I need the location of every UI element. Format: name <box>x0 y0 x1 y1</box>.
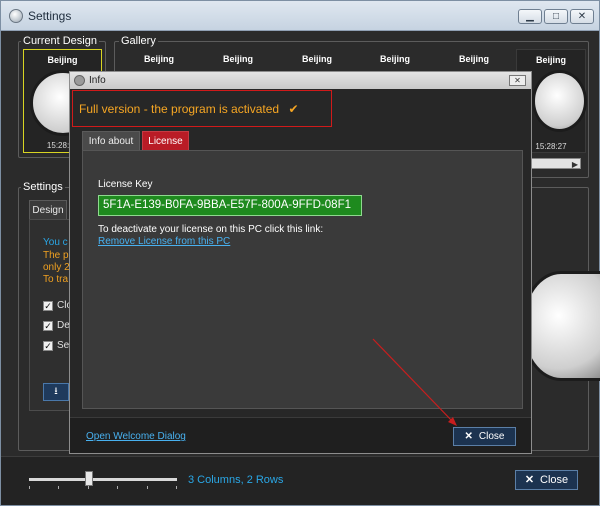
dialog-close-button[interactable]: ✕ Close <box>453 427 516 446</box>
close-window-button[interactable]: ✕ <box>570 9 594 24</box>
deactivate-text: To deactivate your license on this PC cl… <box>98 224 324 235</box>
info-icon <box>74 75 85 86</box>
clock-city: Beijing <box>143 54 174 64</box>
gallery-clock[interactable]: Beijing <box>281 49 353 73</box>
minimize-button[interactable]: ▁ <box>518 9 542 24</box>
clock-face-icon <box>532 70 587 132</box>
tab-info-about[interactable]: Info about <box>82 131 140 151</box>
gallery-scrollbar[interactable]: ▶ <box>531 158 581 169</box>
clock-city: Beijing <box>379 54 410 64</box>
download-icon: ⭳ <box>54 386 58 397</box>
activation-status: Full version - the program is activated … <box>79 102 299 116</box>
layout-slider-thumb[interactable] <box>85 471 93 486</box>
warning-text: To tra <box>43 274 69 285</box>
gallery-clock[interactable]: Beijing <box>202 49 274 73</box>
current-design-label: Current Design <box>21 35 99 47</box>
settings-label: Settings <box>21 181 65 193</box>
close-icon: ✕ <box>464 431 473 442</box>
gear-icon <box>9 9 23 23</box>
close-icon: ✕ <box>524 474 535 486</box>
slider-tick <box>29 486 30 489</box>
warning-text: The p <box>43 250 69 261</box>
dialog-close-icon[interactable]: ✕ <box>509 75 526 86</box>
tab-design[interactable]: Design <box>29 200 67 220</box>
info-text: You c <box>43 237 68 248</box>
settings-window: Settings ▁ □ ✕ Current Design Beijing 15… <box>0 0 600 506</box>
checkbox[interactable]: ✓ <box>43 341 53 351</box>
clock-city: Beijing <box>535 55 566 65</box>
window-title: Settings <box>28 9 72 23</box>
clock-city: Beijing <box>47 55 78 65</box>
license-key-field[interactable]: 5F1A-E139-B0FA-9BBA-E57F-800A-9FFD-08F1 <box>98 195 362 216</box>
dialog-titlebar[interactable]: Info ✕ <box>70 72 531 89</box>
activation-status-text: Full version - the program is activated <box>79 102 280 116</box>
open-welcome-link[interactable]: Open Welcome Dialog <box>86 431 186 442</box>
scroll-right-icon[interactable]: ▶ <box>572 160 578 169</box>
window-titlebar[interactable]: Settings ▁ □ ✕ <box>1 1 599 31</box>
checkbox-label: De <box>57 320 70 331</box>
gallery-clock[interactable]: Beijing <box>359 49 431 73</box>
gallery-label: Gallery <box>119 35 158 47</box>
license-key-label: License Key <box>98 179 153 190</box>
download-button[interactable]: ⭳ <box>43 383 69 401</box>
slider-tick <box>176 486 177 489</box>
gallery-clock[interactable]: Beijing <box>438 49 510 73</box>
dialog-title: Info <box>89 75 106 86</box>
slider-tick <box>147 486 148 489</box>
maximize-button[interactable]: □ <box>544 9 568 24</box>
close-button[interactable]: ✕ Close <box>515 470 578 490</box>
remove-license-link[interactable]: Remove License from this PC <box>98 236 230 247</box>
clock-city: Beijing <box>458 54 489 64</box>
checkbox[interactable]: ✓ <box>43 301 53 311</box>
warning-text: only 2 <box>43 262 70 273</box>
checkmark-icon: ✔ <box>288 102 299 116</box>
clock-city: Beijing <box>301 54 332 64</box>
layout-slider-track[interactable] <box>29 478 177 481</box>
close-button-label: Close <box>540 474 569 486</box>
gallery-clock[interactable]: Beijing <box>123 49 195 73</box>
info-dialog: Info ✕ Full version - the program is act… <box>69 71 532 454</box>
clock-preview-icon <box>521 271 600 381</box>
slider-tick <box>117 486 118 489</box>
slider-tick <box>58 486 59 489</box>
tab-license[interactable]: License <box>142 131 189 151</box>
layout-label: 3 Columns, 2 Rows <box>188 474 284 486</box>
dialog-close-label: Close <box>478 431 505 442</box>
clock-city: Beijing <box>222 54 253 64</box>
checkbox[interactable]: ✓ <box>43 321 53 331</box>
slider-tick <box>88 486 89 489</box>
